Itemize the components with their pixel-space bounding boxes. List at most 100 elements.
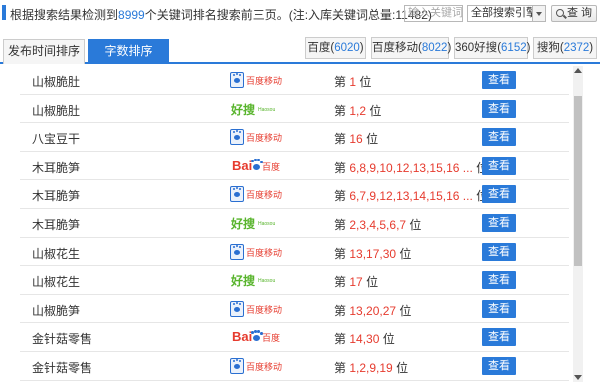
haosou-logo-sub: Haosou [258,221,276,227]
list-item: 木耳脆笋 Bai 百度 第 6,8,9,10,12,13,15,16 ... 位查看 [20,152,569,181]
baidu-mobile-logo-icon: 百度移动 [229,243,283,262]
engine-count: 6152 [501,42,527,54]
view-button[interactable]: 查看 [482,328,516,347]
engine-name: 百度 [307,42,331,54]
rank-positions: 第 16 位 [334,130,378,147]
view-button[interactable]: 查看 [482,185,516,204]
engine-count: 6020 [334,42,360,54]
rank-suffix: 位 [409,218,422,232]
baidu-paw-icon [230,243,244,260]
tab-publish-time-sort[interactable]: 发布时间排序 [3,39,85,64]
list-item: 山椒脆肚 好搜 Haosou 第 1,2 位 查看 [20,95,569,124]
haosou-logo-text: 好搜 [231,217,256,231]
list-item: 山椒花生 好搜 Haosou 第 17 位 查看 [20,266,569,295]
haosou-logo-text: 好搜 [231,274,256,289]
rank-positions: 第 13,17,30 位 [334,245,411,262]
baidu-logo-bai: Bai [232,329,253,345]
view-button[interactable]: 查看 [482,99,516,118]
rank-prefix: 第 [334,275,347,290]
view-button[interactable]: 查看 [482,299,516,318]
baidu-logo-du: 百度 [262,333,281,344]
view-button[interactable]: 查看 [482,357,516,375]
rank-suffix: 位 [399,246,412,261]
baidu-mobile-logo-icon: 百度移动 [229,185,283,204]
list-item: 山椒脆肚 百度移动 第 1 位 查看 [20,66,569,95]
engine-select[interactable]: 全部搜索引擎 [467,5,546,22]
haosou-logo-icon: 好搜 Haosou [229,271,279,290]
baidu-mobile-logo-text: 百度移动 [246,190,283,201]
engine-filter-baidu[interactable]: 百度(6020) [305,37,366,59]
baidu-paw-icon [251,159,261,170]
view-button[interactable]: 查看 [482,271,516,290]
keyword-text: 山椒脆肚 [32,103,81,118]
baidu-mobile-logo-text: 百度移动 [246,247,283,258]
rank-positions: 第 6,8,9,10,12,13,15,16 ... 位 [334,159,488,176]
view-button[interactable]: 查看 [482,71,516,89]
baidu-mobile-logo-text: 百度移动 [246,362,283,372]
baidu-mobile-logo-icon: 百度移动 [229,300,282,319]
rank-positions: 第 2,3,4,5,6,7 位 [334,216,421,233]
view-button[interactable]: 查看 [482,214,516,232]
rank-suffix: 位 [366,132,379,147]
rank-position-values: 17 [349,275,363,290]
summary-prefix: 根据搜索结果检测到 [10,8,119,22]
list-item: 山椒脆笋 百度移动 第 13,20,27 位 查看 [20,295,569,324]
rank-positions: 第 14,30 位 [334,330,395,347]
baidu-logo-icon: Bai 百度 [229,328,281,347]
rank-positions: 第 17 位 [334,273,378,290]
keyword-text: 山椒花生 [32,246,81,261]
list-scrollbar[interactable] [573,66,583,382]
baidu-paw-icon [230,72,244,88]
results-summary: 根据搜索结果检测到8999个关键词排名搜索前三页。(注:入库关键词总量:1148… [10,6,432,23]
rank-prefix: 第 [334,246,347,261]
baidu-mobile-logo-text: 百度移动 [246,133,283,144]
keyword-text: 山椒花生 [32,275,81,290]
engine-filter-sogou[interactable]: 搜狗(2372) [533,37,597,59]
baidu-paw-icon [251,331,261,342]
scroll-down-arrow-icon[interactable] [574,375,582,380]
engine-name: 搜狗 [536,42,560,54]
rank-suffix: 位 [399,303,412,318]
keyword-search-input[interactable]: 输入关键词 [404,5,463,22]
list-item: 八宝豆干 百度移动 第 16 位 查看 [20,123,569,152]
haosou-logo-sub: Haosou [258,278,276,285]
engine-name: 360好搜 [455,42,498,54]
rank-position-values: 6,8,9,10,12,13,15,16 ... [349,160,473,175]
view-button[interactable]: 查看 [482,242,516,261]
rank-suffix: 位 [396,361,409,375]
engine-count: 2372 [563,42,590,54]
baidu-logo-icon: Bai 百度 [229,157,280,176]
scrollbar-thumb[interactable] [574,96,582,266]
chevron-down-icon [532,6,545,21]
rank-prefix: 第 [334,75,347,89]
rank-positions: 第 13,20,27 位 [334,302,411,319]
list-item: 山椒花生 百度移动 第 13,17,30 位 查看 [20,238,569,267]
query-button-label: 查 询 [566,7,593,19]
view-button[interactable]: 查看 [482,156,516,175]
view-button[interactable]: 查看 [482,128,516,147]
engine-name: 百度移动 [372,42,418,54]
rank-prefix: 第 [334,189,347,204]
baidu-paw-icon [230,300,244,317]
haosou-logo-icon: 好搜 Haosou [229,214,279,233]
rank-positions: 第 1,2,9,19 位 [334,359,408,376]
summary-count: 8999 [118,8,145,22]
list-item: 金针菇零售 Bai 百度 第 14,30 位 查看 [20,323,569,352]
rank-prefix: 第 [334,218,347,232]
rank-position-values: 1 [349,75,357,89]
baidu-paw-icon [230,129,244,146]
ranking-list: 山椒脆肚 百度移动第 1 位查看 山椒脆肚 好搜 Haosou 第 1,2 位查看 八宝豆干… [20,66,569,391]
baidu-logo-bai: Bai [232,157,253,173]
keyword-text: 金针菇零售 [32,361,93,375]
scroll-up-arrow-icon[interactable] [574,68,582,73]
header-accent-bar [2,5,6,20]
rank-position-values: 1,2 [349,103,367,118]
tab-word-count-sort[interactable]: 字数排序 [88,39,169,64]
keyword-text: 金针菇零售 [32,332,93,347]
engine-filter-baidu-mobile[interactable]: 百度移动(8022) [371,37,451,59]
keyword-text: 木耳脆笋 [32,160,81,175]
keyword-text: 山椒脆肚 [32,75,81,89]
engine-filter-360haosou[interactable]: 360好搜(6152) [454,37,530,59]
query-button[interactable]: 查 询 [551,5,597,22]
rank-position-values: 1,2,9,19 [349,361,393,375]
